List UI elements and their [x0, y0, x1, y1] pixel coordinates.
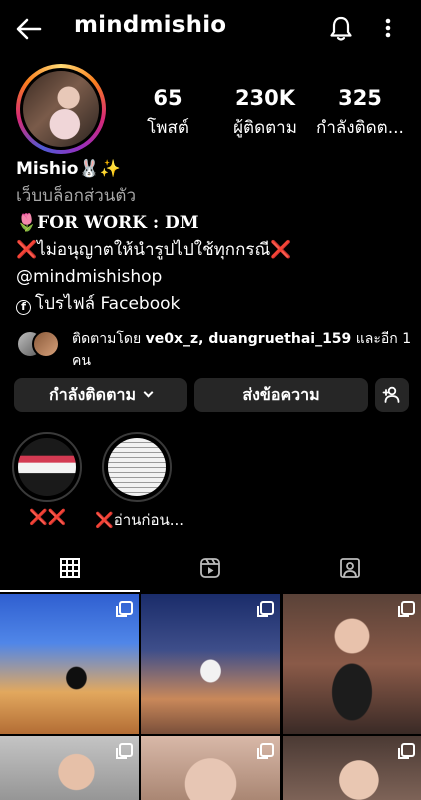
highlight-label-text: อ่านก่อน...	[113, 511, 185, 529]
story-ring[interactable]	[16, 64, 106, 154]
carousel-icon	[398, 743, 415, 759]
top-bar: mindmishio	[0, 0, 421, 58]
highlight-label: ❌❌	[29, 508, 69, 526]
followers-count: 230K	[234, 86, 296, 110]
tulip-emoji: 🌷	[16, 213, 38, 233]
posts-count: 65	[153, 86, 183, 110]
message-button[interactable]: ส่งข้อความ	[194, 378, 368, 412]
facebook-profile-link[interactable]: f โปรไฟล์ Facebook	[16, 291, 411, 318]
display-name: Mishio🐰✨	[16, 159, 121, 179]
tab-posts[interactable]	[0, 546, 140, 592]
profile-bio: Mishio🐰✨ เว็บบล็อกส่วนตัว 🌷FOR WORK : DM…	[16, 156, 411, 318]
tab-reels[interactable]	[140, 546, 280, 592]
add-user-icon	[382, 386, 400, 403]
stat-following[interactable]: 325 กำลังติดต...	[310, 86, 410, 141]
carousel-icon	[116, 743, 133, 759]
followed-by-prefix: ติดตามโดย	[72, 331, 142, 347]
cross-mark-icon: ❌	[270, 240, 292, 260]
cross-mark-icon: ❌❌	[29, 508, 67, 526]
posts-label: โพสต์	[147, 118, 189, 138]
facebook-link-label: โปรไฟล์ Facebook	[35, 294, 181, 314]
add-user-button[interactable]	[375, 378, 409, 412]
highlight-cover	[108, 438, 166, 496]
story-highlight[interactable]	[102, 432, 172, 502]
stat-posts[interactable]: 65 โพสต์	[136, 86, 200, 141]
post-thumbnail[interactable]	[141, 594, 280, 734]
carousel-icon	[116, 601, 133, 617]
facebook-icon: f	[16, 300, 31, 315]
more-vertical-icon[interactable]	[377, 13, 399, 43]
bio-work-text: FOR WORK : DM	[37, 213, 199, 233]
profile-category: เว็บบล็อกส่วนตัว	[16, 186, 136, 206]
following-count: 325	[338, 86, 382, 110]
bio-shop-link[interactable]: @mindmishishop	[16, 264, 411, 291]
profile-username: mindmishio	[74, 12, 227, 38]
carousel-icon	[257, 601, 274, 617]
bio-work-line: 🌷FOR WORK : DM	[16, 210, 411, 237]
highlight-label: ❌อ่านก่อน...	[95, 508, 190, 532]
post-thumbnail[interactable]	[141, 736, 280, 800]
following-button-label: กำลังติดตาม	[49, 385, 136, 404]
avatar-border	[20, 68, 102, 150]
post-thumbnail[interactable]	[283, 594, 421, 734]
highlight-cover	[18, 438, 76, 496]
bio-rule-line: ❌ไม่อนุญาตให้นำรูปไปใช้ทุกกรณี❌	[16, 237, 411, 264]
post-thumbnail[interactable]	[283, 736, 421, 800]
bell-icon[interactable]	[326, 13, 356, 43]
chevron-down-icon	[143, 387, 154, 398]
following-label: กำลังติดต...	[316, 118, 404, 138]
stat-followers[interactable]: 230K ผู้ติดตาม	[225, 86, 305, 141]
avatar[interactable]	[23, 71, 99, 147]
carousel-icon	[257, 743, 274, 759]
cross-mark-icon: ❌	[16, 240, 38, 260]
reels-icon	[200, 558, 220, 578]
cross-mark-icon: ❌	[95, 511, 114, 529]
posts-grid	[0, 594, 421, 800]
message-button-label: ส่งข้อความ	[242, 385, 320, 404]
followers-label: ผู้ติดตาม	[233, 118, 297, 138]
tab-tagged[interactable]	[280, 546, 420, 592]
post-thumbnail[interactable]	[0, 736, 139, 800]
bio-rule-text: ไม่อนุญาตให้นำรูปไปใช้ทุกกรณี	[37, 240, 271, 260]
tagged-icon	[340, 558, 360, 578]
profile-tabs	[0, 546, 421, 592]
carousel-icon	[398, 601, 415, 617]
story-highlight[interactable]	[12, 432, 82, 502]
grid-icon	[60, 558, 80, 578]
post-thumbnail[interactable]	[0, 594, 139, 734]
followed-by-names: ve0x_z, duangruethai_159	[145, 331, 352, 347]
arrow-left-icon[interactable]	[14, 14, 44, 44]
followed-by[interactable]: ติดตามโดย ve0x_z, duangruethai_159 และอี…	[16, 328, 411, 372]
follower-avatar	[32, 330, 60, 358]
following-button[interactable]: กำลังติดตาม	[14, 378, 187, 412]
followed-by-text: ติดตามโดย ve0x_z, duangruethai_159 และอี…	[72, 328, 412, 372]
